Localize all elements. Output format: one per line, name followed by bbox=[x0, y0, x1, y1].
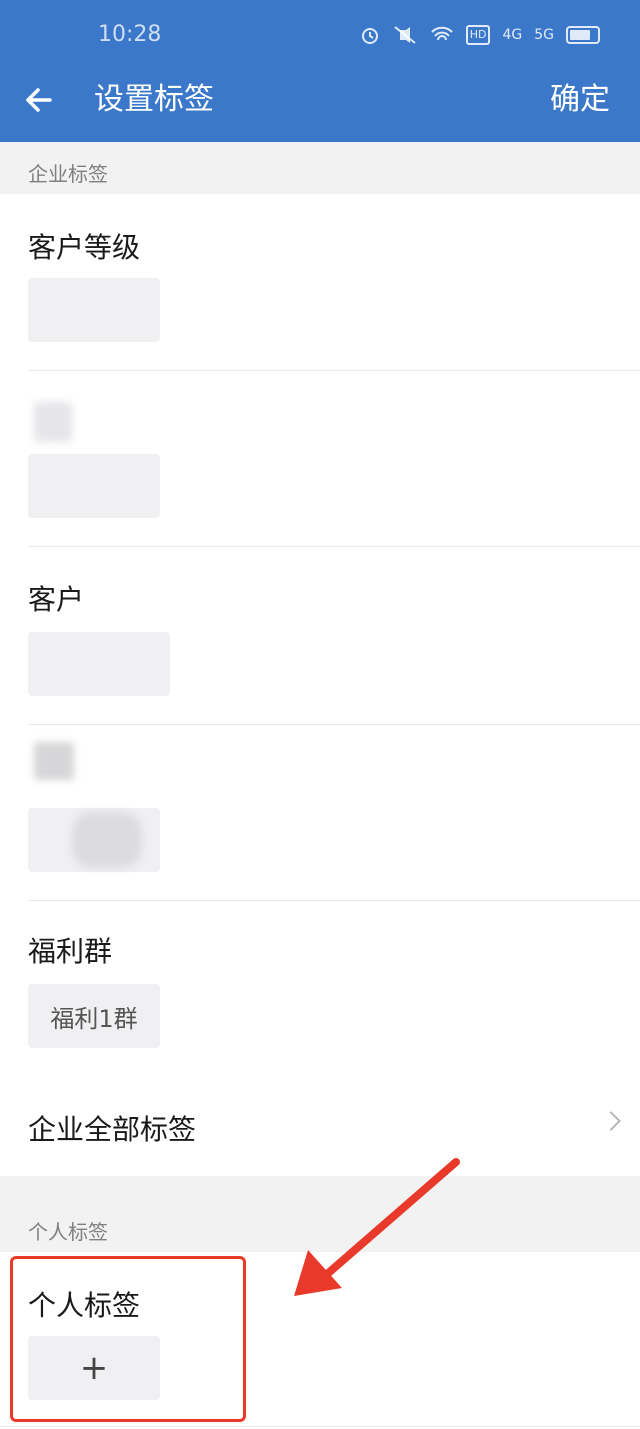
app-header: 10:28 HD 4G 5G 设置标签 确定 bbox=[0, 0, 640, 142]
divider bbox=[28, 546, 640, 547]
annotation-highlight-box bbox=[10, 1256, 246, 1422]
status-bar: 10:28 HD 4G 5G bbox=[0, 0, 640, 72]
tag-chip[interactable] bbox=[28, 454, 160, 518]
divider bbox=[0, 1426, 640, 1427]
divider bbox=[28, 900, 640, 901]
tag-chip[interactable] bbox=[28, 632, 170, 696]
personal-section-header: 个人标签 bbox=[0, 1176, 640, 1252]
status-icons: HD 4G 5G bbox=[360, 24, 600, 46]
redacted-group-title bbox=[34, 402, 72, 442]
divider bbox=[28, 370, 640, 371]
alarm-icon bbox=[360, 24, 380, 46]
tag-chip-welfare[interactable]: 福利1群 bbox=[28, 984, 160, 1048]
battery-icon bbox=[566, 26, 600, 44]
enterprise-section-label: 企业标签 bbox=[28, 162, 108, 186]
mute-icon bbox=[392, 24, 418, 46]
page-title: 设置标签 bbox=[94, 82, 214, 117]
group-title: 客户 bbox=[28, 583, 85, 616]
back-button[interactable] bbox=[20, 80, 60, 120]
arrow-left-icon bbox=[26, 88, 52, 112]
enterprise-section-header: 企业标签 bbox=[0, 142, 640, 194]
all-enterprise-tags-label: 企业全部标签 bbox=[28, 1113, 197, 1146]
wifi-icon bbox=[430, 24, 454, 46]
personal-section-label: 个人标签 bbox=[28, 1220, 108, 1244]
redacted-tag bbox=[72, 812, 142, 868]
hd-icon: HD bbox=[465, 25, 491, 45]
5g-signal-icon: 5G bbox=[534, 27, 554, 43]
divider bbox=[28, 724, 640, 725]
4g-signal-icon: 4G bbox=[502, 27, 523, 43]
group-title: 客户等级 bbox=[28, 231, 141, 264]
group-title: 福利群 bbox=[28, 935, 113, 968]
status-time: 10:28 bbox=[98, 22, 162, 47]
redacted-group-title bbox=[34, 742, 74, 780]
confirm-button[interactable]: 确定 bbox=[550, 80, 610, 120]
all-enterprise-tags-row[interactable]: 企业全部标签 bbox=[0, 1080, 640, 1176]
chevron-right-icon bbox=[601, 1111, 621, 1131]
nav-bar: 设置标签 确定 bbox=[0, 72, 640, 142]
tag-chip[interactable] bbox=[28, 278, 160, 342]
